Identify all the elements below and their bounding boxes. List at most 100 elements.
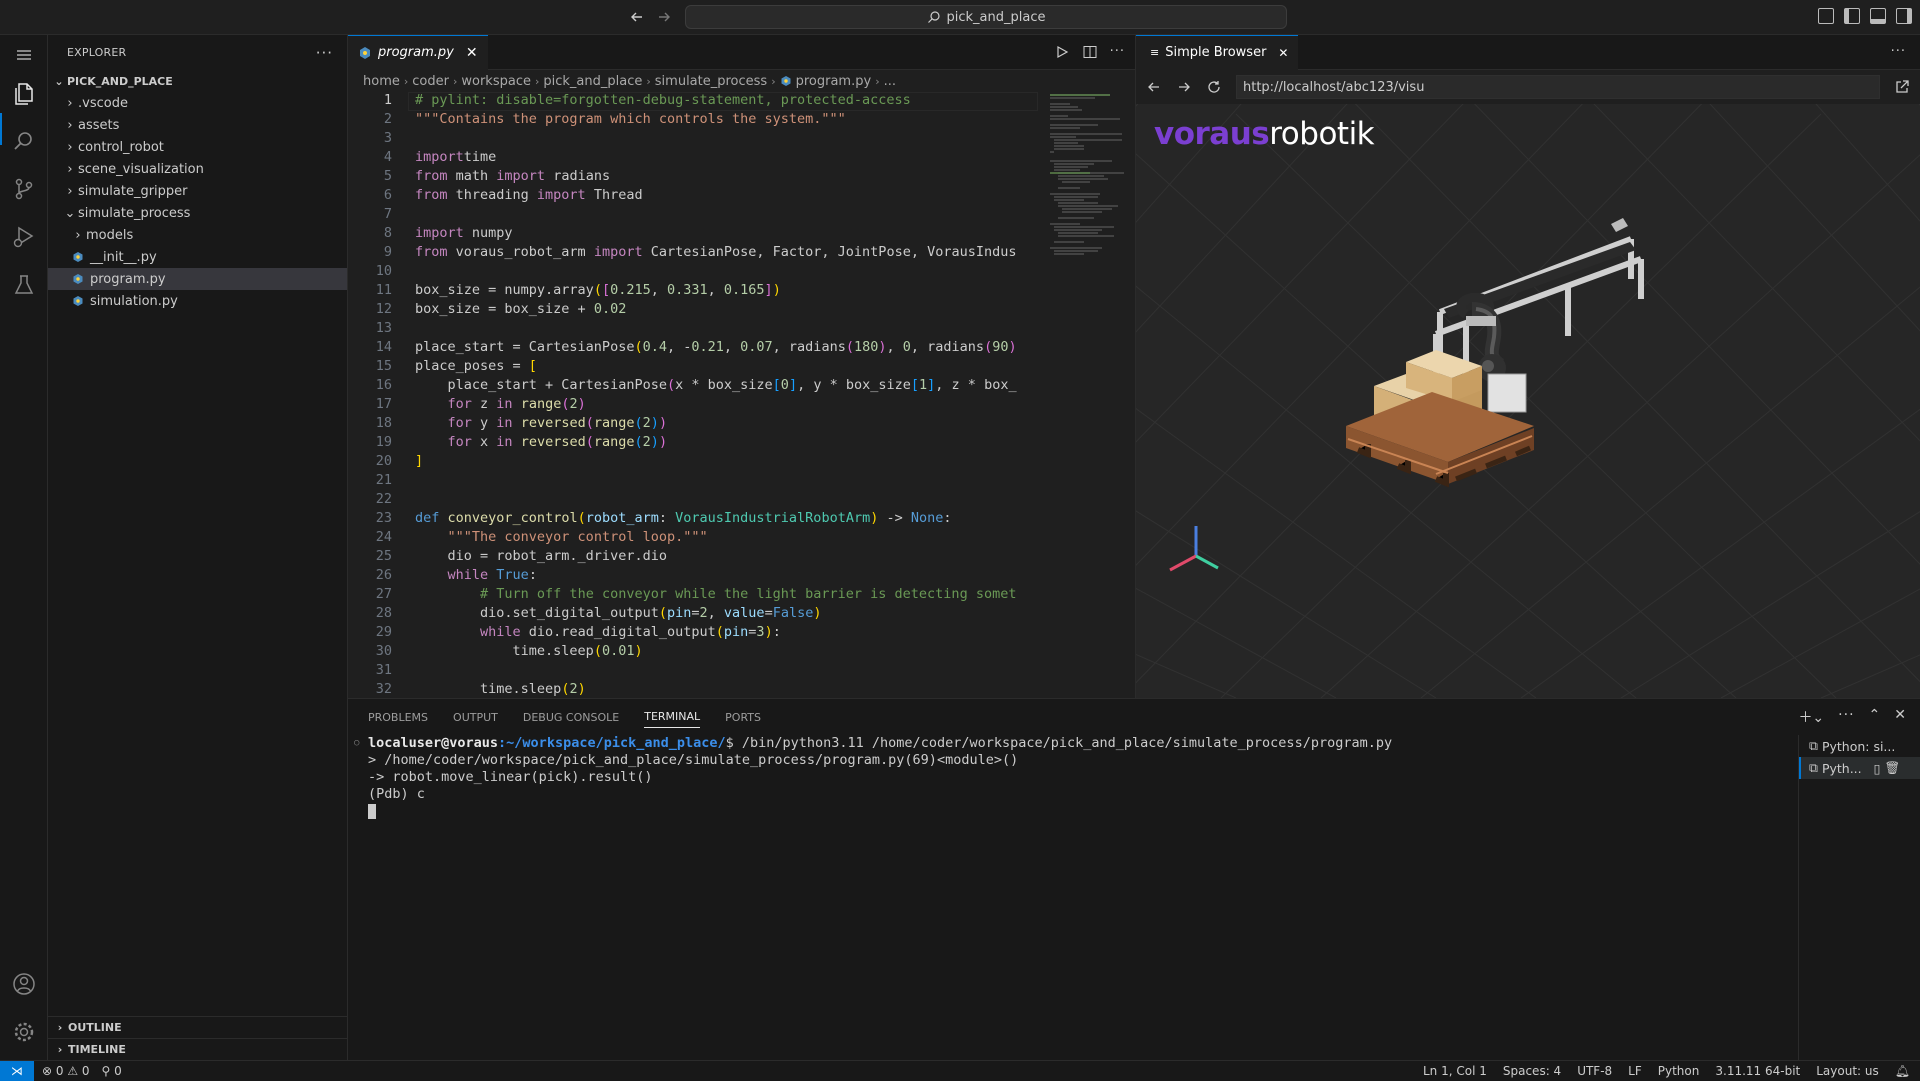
browser-url-bar: http://localhost/abc123/visu xyxy=(1136,70,1920,104)
forward-arrow-icon[interactable] xyxy=(1176,79,1192,95)
toggle-secondary-sidebar-icon[interactable] xyxy=(1896,8,1912,24)
encoding[interactable]: UTF-8 xyxy=(1577,1064,1612,1078)
source-control-icon[interactable] xyxy=(10,175,38,203)
language-mode[interactable]: Python xyxy=(1658,1064,1700,1078)
terminal-item-2[interactable]: ⧉ Pyth... ▯ 🗑 xyxy=(1799,757,1920,779)
python-file-icon xyxy=(70,293,86,309)
outline-section[interactable]: › OUTLINE xyxy=(48,1016,348,1038)
panel-tab-terminal[interactable]: TERMINAL xyxy=(644,710,701,728)
panel-tab-debug-console[interactable]: DEBUG CONSOLE xyxy=(523,711,619,724)
minimap[interactable] xyxy=(1038,92,1125,698)
more-actions-icon[interactable]: ··· xyxy=(1838,707,1854,727)
cursor-position[interactable]: Ln 1, Col 1 xyxy=(1423,1064,1487,1078)
command-center-search[interactable]: pick_and_place xyxy=(685,5,1287,29)
breadcrumb-item[interactable]: coder xyxy=(412,74,449,89)
notifications-bell-icon[interactable]: 🔔︎ xyxy=(1895,1064,1910,1078)
code-text: time.sleep(0.01) xyxy=(415,643,643,659)
status-bar: ⋊ ⊗ 0 ⚠ 0 ⚲ 0 Ln 1, Col 1 Spaces: 4 UTF-… xyxy=(0,1060,1920,1081)
tree-item[interactable]: program.py xyxy=(48,268,347,290)
breadcrumb-item[interactable]: workspace xyxy=(461,74,531,89)
prompt-path: :~/workspace/pick_and_place/ xyxy=(498,735,726,751)
code-text: from math import radians xyxy=(415,168,611,184)
toggle-panel-icon[interactable] xyxy=(1870,8,1886,24)
tab-program-py[interactable]: program.py ✕ xyxy=(348,34,488,70)
line-number: 26 xyxy=(375,567,392,583)
terminal-item-1[interactable]: ⧉ Python: si... xyxy=(1799,735,1920,757)
timeline-section[interactable]: › TIMELINE xyxy=(48,1038,348,1060)
reload-icon[interactable] xyxy=(1206,79,1222,95)
close-panel-icon[interactable]: ✕ xyxy=(1894,707,1906,727)
settings-gear-icon[interactable] xyxy=(10,1018,38,1046)
python-interpreter[interactable]: 3.11.11 64-bit xyxy=(1715,1064,1800,1078)
run-icon[interactable] xyxy=(1054,44,1070,60)
tree-item[interactable]: › control_robot xyxy=(48,136,347,158)
back-arrow-icon[interactable] xyxy=(628,8,646,26)
ports-count: 0 xyxy=(114,1063,122,1078)
tree-item[interactable]: › simulate_gripper xyxy=(48,180,347,202)
tree-item[interactable]: simulation.py xyxy=(48,290,347,312)
testing-icon[interactable] xyxy=(10,271,38,299)
problems-status[interactable]: ⊗ 0 ⚠ 0 xyxy=(42,1064,90,1078)
back-arrow-icon[interactable] xyxy=(1146,79,1162,95)
workspace-root[interactable]: ⌄ PICK_AND_PLACE xyxy=(48,70,347,92)
tree-item[interactable]: __init__.py xyxy=(48,246,347,268)
keyboard-layout[interactable]: Layout: us xyxy=(1816,1064,1879,1078)
more-actions-icon[interactable]: ··· xyxy=(1110,44,1125,60)
tree-item[interactable]: › assets xyxy=(48,114,347,136)
chevron-right-icon: › xyxy=(67,183,73,199)
terminal-item-label: Python: si... xyxy=(1821,738,1896,754)
tab-simple-browser[interactable]: ≡ Simple Browser ✕ xyxy=(1136,34,1299,70)
customize-layout-icon[interactable] xyxy=(1818,8,1834,24)
indentation[interactable]: Spaces: 4 xyxy=(1503,1064,1561,1078)
url-input[interactable]: http://localhost/abc123/visu xyxy=(1236,75,1880,99)
visualization-viewport[interactable]: vorausrobotik xyxy=(1136,104,1920,698)
more-actions-icon[interactable]: ··· xyxy=(316,44,333,62)
tree-item[interactable]: › models xyxy=(48,224,347,246)
line-number: 2 xyxy=(383,111,392,127)
end-of-line[interactable]: LF xyxy=(1628,1064,1642,1078)
line-number: 32 xyxy=(375,681,392,697)
explorer-icon[interactable] xyxy=(10,79,38,107)
terminal-output[interactable]: ○ localuser@voraus:~/workspace/pick_and_p… xyxy=(348,735,1778,1061)
terminal-item-label: Pyth... xyxy=(1821,760,1862,776)
tree-item[interactable]: ⌄ simulate_process xyxy=(48,202,347,224)
remote-indicator-icon[interactable]: ⋊ xyxy=(0,1060,34,1081)
split-editor-icon[interactable] xyxy=(1082,44,1098,60)
code-line: 13 xyxy=(348,320,1038,339)
maximize-panel-icon[interactable]: ⌃ xyxy=(1869,707,1881,727)
workspace-root-label: PICK_AND_PLACE xyxy=(67,74,173,88)
search-icon[interactable] xyxy=(10,127,38,155)
panel-tab-problems[interactable]: PROBLEMS xyxy=(368,711,428,724)
more-actions-icon[interactable]: ··· xyxy=(1891,44,1906,59)
toggle-primary-sidebar-icon[interactable] xyxy=(1844,8,1860,24)
trash-icon[interactable]: 🗑 xyxy=(1885,760,1901,776)
line-number: 31 xyxy=(375,662,392,678)
breadcrumb-item[interactable]: program.py xyxy=(796,74,872,89)
forward-arrow-icon[interactable] xyxy=(655,8,673,26)
account-icon[interactable] xyxy=(10,970,38,998)
panel-tab-output[interactable]: OUTPUT xyxy=(453,711,498,724)
panel-tab-ports[interactable]: PORTS xyxy=(725,711,761,724)
close-icon[interactable]: ✕ xyxy=(1278,46,1288,60)
line-number: 17 xyxy=(375,396,392,412)
explorer-title: EXPLORER xyxy=(67,46,127,59)
menu-icon[interactable] xyxy=(10,41,38,69)
breadcrumb-item[interactable]: ... xyxy=(884,74,896,89)
tree-item[interactable]: › .vscode xyxy=(48,92,347,114)
code-text: """Contains the program which controls t… xyxy=(415,111,846,127)
new-terminal-icon[interactable]: ＋⌄ xyxy=(1798,707,1824,727)
open-external-icon[interactable] xyxy=(1894,79,1910,95)
run-debug-icon[interactable] xyxy=(10,223,38,251)
code-editor[interactable]: 1 # pylint: disable=forgotten-debug-state… xyxy=(348,92,1038,698)
line-number: 30 xyxy=(375,643,392,659)
error-count: 0 xyxy=(55,1063,64,1078)
code-line: 14 place_start = CartesianPose(0.4, -0.21… xyxy=(348,339,1038,358)
split-terminal-icon[interactable]: ▯ xyxy=(1874,761,1881,776)
close-icon[interactable]: ✕ xyxy=(466,45,478,61)
ports-status[interactable]: ⚲ 0 xyxy=(102,1064,122,1078)
breadcrumb-item[interactable]: simulate_process xyxy=(655,74,767,89)
breadcrumb-item[interactable]: pick_and_place xyxy=(543,74,642,89)
breadcrumb-item[interactable]: home xyxy=(363,74,400,89)
sidebar-sections: › OUTLINE › TIMELINE xyxy=(48,1016,348,1060)
tree-item[interactable]: › scene_visualization xyxy=(48,158,347,180)
